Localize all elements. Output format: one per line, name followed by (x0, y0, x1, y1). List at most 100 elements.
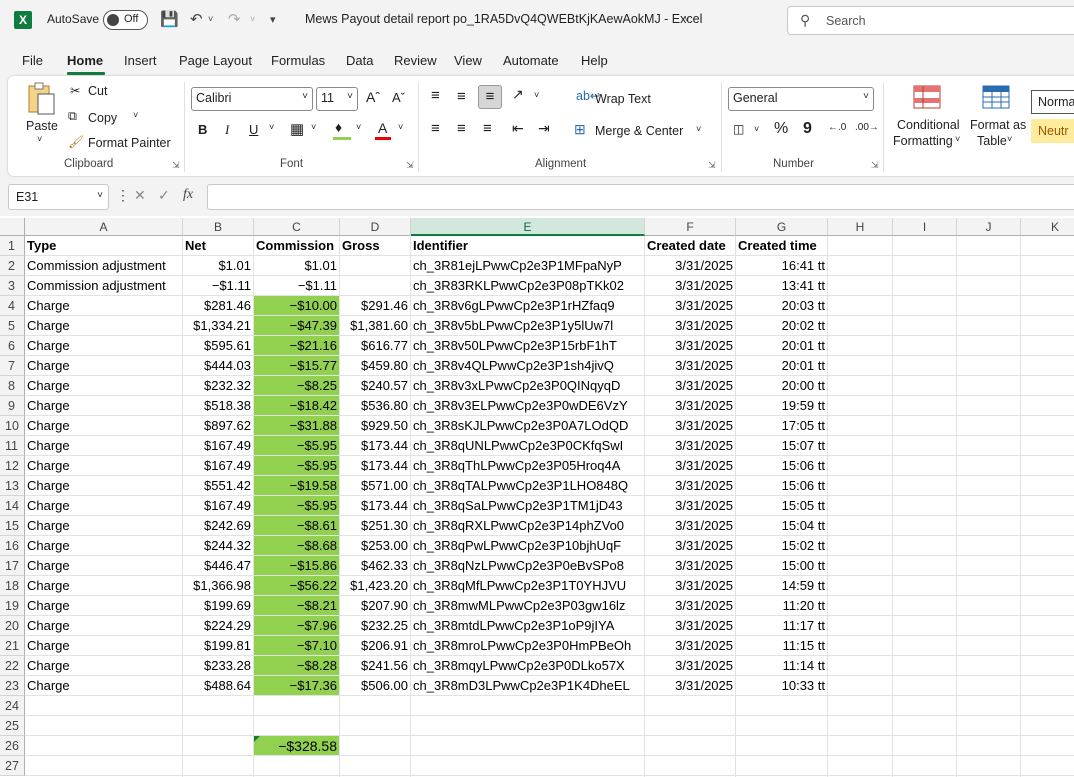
row-header-7[interactable]: 7 (0, 356, 25, 376)
data-cell[interactable]: 15:07 tt (736, 436, 827, 456)
data-cell[interactable]: −$5.95 (254, 496, 339, 516)
column-header-d[interactable]: D (340, 218, 411, 236)
more-options-icon[interactable]: ⋮ (116, 187, 130, 204)
column-header-k[interactable]: K (1021, 218, 1074, 236)
tab-data[interactable]: Data (346, 53, 373, 68)
row-header-2[interactable]: 2 (0, 256, 25, 276)
confirm-entry-icon[interactable]: ✓ (158, 187, 170, 204)
tab-review[interactable]: Review (394, 53, 437, 68)
data-cell[interactable]: ch_3R8qSaLPwwCp2e3P1TM1jD43 (411, 496, 644, 516)
data-cell[interactable]: −$31.88 (254, 416, 339, 436)
data-cell[interactable]: $897.62 (183, 416, 253, 436)
data-cell[interactable]: $551.42 (183, 476, 253, 496)
decrease-indent-icon[interactable]: ⇤ (512, 120, 524, 137)
data-cell[interactable]: ch_3R8qRXLPwwCp2e3P14phZVo0 (411, 516, 644, 536)
data-cell[interactable]: $459.80 (340, 356, 410, 376)
data-cell[interactable]: Charge (25, 676, 182, 696)
data-cell[interactable]: Charge (25, 496, 182, 516)
cut-button[interactable]: Cut (88, 84, 107, 98)
increase-decimal-icon[interactable]: ←.0 (828, 122, 846, 133)
row-header-6[interactable]: 6 (0, 336, 25, 356)
bold-button[interactable]: B (198, 122, 207, 137)
data-cell[interactable]: ch_3R8v3xLPwwCp2e3P0QINqyqD (411, 376, 644, 396)
tab-help[interactable]: Help (581, 53, 608, 68)
font-family-select[interactable]: Calibri ˅ (191, 87, 313, 111)
data-cell[interactable]: $232.25 (340, 616, 410, 636)
data-cell[interactable]: 3/31/2025 (645, 336, 735, 356)
data-cell[interactable]: Charge (25, 536, 182, 556)
copy-dropdown-icon[interactable]: ˅ (133, 110, 138, 120)
undo-icon[interactable]: ↶ (190, 10, 203, 28)
save-icon[interactable]: 💾 (160, 10, 179, 28)
data-cell[interactable]: $518.38 (183, 396, 253, 416)
data-cell[interactable]: 3/31/2025 (645, 356, 735, 376)
data-cell[interactable]: $929.50 (340, 416, 410, 436)
data-cell[interactable]: 3/31/2025 (645, 476, 735, 496)
data-cell[interactable]: 3/31/2025 (645, 376, 735, 396)
redo-icon[interactable]: ↷ (228, 10, 241, 28)
data-cell[interactable]: Charge (25, 316, 182, 336)
data-cell[interactable]: $291.46 (340, 296, 410, 316)
style-neutral[interactable]: Neutr (1031, 119, 1074, 143)
row-header-4[interactable]: 4 (0, 296, 25, 316)
data-cell[interactable]: ch_3R8qUNLPwwCp2e3P0CKfqSwI (411, 436, 644, 456)
data-cell[interactable]: −$47.39 (254, 316, 339, 336)
conditional-formatting-dropdown-icon[interactable]: ˅ (955, 134, 960, 144)
data-cell[interactable]: −$15.86 (254, 556, 339, 576)
underline-button[interactable]: U (249, 122, 258, 137)
column-header-e[interactable]: E (411, 218, 645, 236)
orientation-dropdown-icon[interactable]: ˅ (534, 90, 539, 100)
format-as-table-dropdown-icon[interactable]: ˅ (1007, 134, 1012, 144)
tab-home[interactable]: Home (67, 53, 103, 68)
customize-toolbar-icon[interactable]: ▾ (270, 13, 276, 26)
data-cell[interactable]: −$1.11 (183, 276, 253, 296)
row-header-5[interactable]: 5 (0, 316, 25, 336)
fill-color-dropdown-icon[interactable]: ˅ (356, 122, 361, 132)
data-cell[interactable] (340, 276, 410, 296)
data-cell[interactable]: 3/31/2025 (645, 456, 735, 476)
data-cell[interactable]: −$5.95 (254, 456, 339, 476)
data-cell[interactable]: −$15.77 (254, 356, 339, 376)
format-as-table-icon[interactable] (982, 85, 1010, 109)
data-cell[interactable]: $488.64 (183, 676, 253, 696)
column-header-j[interactable]: J (957, 218, 1021, 236)
data-cell[interactable]: Charge (25, 296, 182, 316)
data-cell[interactable]: −$10.00 (254, 296, 339, 316)
data-cell[interactable]: $199.69 (183, 596, 253, 616)
data-cell[interactable]: ch_3R8sKJLPwwCp2e3P0A7LOdQD (411, 416, 644, 436)
tab-automate[interactable]: Automate (503, 53, 559, 68)
data-cell[interactable]: 3/31/2025 (645, 676, 735, 696)
row-header-1[interactable]: 1 (0, 236, 25, 256)
increase-indent-icon[interactable]: ⇥ (538, 120, 550, 137)
data-cell[interactable]: Charge (25, 576, 182, 596)
data-cell[interactable]: ch_3R8mroLPwwCp2e3P0HmPBeOh (411, 636, 644, 656)
data-cell[interactable]: $173.44 (340, 456, 410, 476)
row-header-13[interactable]: 13 (0, 476, 25, 496)
italic-button[interactable]: I (225, 122, 229, 138)
data-cell[interactable]: −$56.22 (254, 576, 339, 596)
data-cell[interactable]: 11:20 tt (736, 596, 827, 616)
decrease-decimal-icon[interactable]: .00→ (855, 122, 879, 133)
data-cell[interactable]: 20:02 tt (736, 316, 827, 336)
paste-icon[interactable] (26, 82, 56, 118)
tab-insert[interactable]: Insert (124, 53, 157, 68)
data-cell[interactable]: $616.77 (340, 336, 410, 356)
column-header-b[interactable]: B (183, 218, 254, 236)
data-cell[interactable]: −$18.42 (254, 396, 339, 416)
header-cell[interactable]: Commission (254, 236, 339, 256)
column-header-g[interactable]: G (736, 218, 828, 236)
data-cell[interactable]: 3/31/2025 (645, 416, 735, 436)
data-cell[interactable]: $1,423.20 (340, 576, 410, 596)
tab-file[interactable]: File (22, 53, 43, 68)
data-cell[interactable]: $167.49 (183, 496, 253, 516)
data-cell[interactable]: ch_3R8qTALPwwCp2e3P1LHO848Q (411, 476, 644, 496)
cancel-entry-icon[interactable]: ✕ (134, 187, 146, 204)
header-cell[interactable]: Net (183, 236, 253, 256)
align-bottom-icon[interactable]: ≡ (478, 85, 502, 109)
data-cell[interactable]: $462.33 (340, 556, 410, 576)
data-cell[interactable]: 20:03 tt (736, 296, 827, 316)
data-cell[interactable]: −$8.28 (254, 656, 339, 676)
data-cell[interactable]: 20:00 tt (736, 376, 827, 396)
row-header-27[interactable]: 27 (0, 756, 25, 776)
column-header-h[interactable]: H (828, 218, 893, 236)
